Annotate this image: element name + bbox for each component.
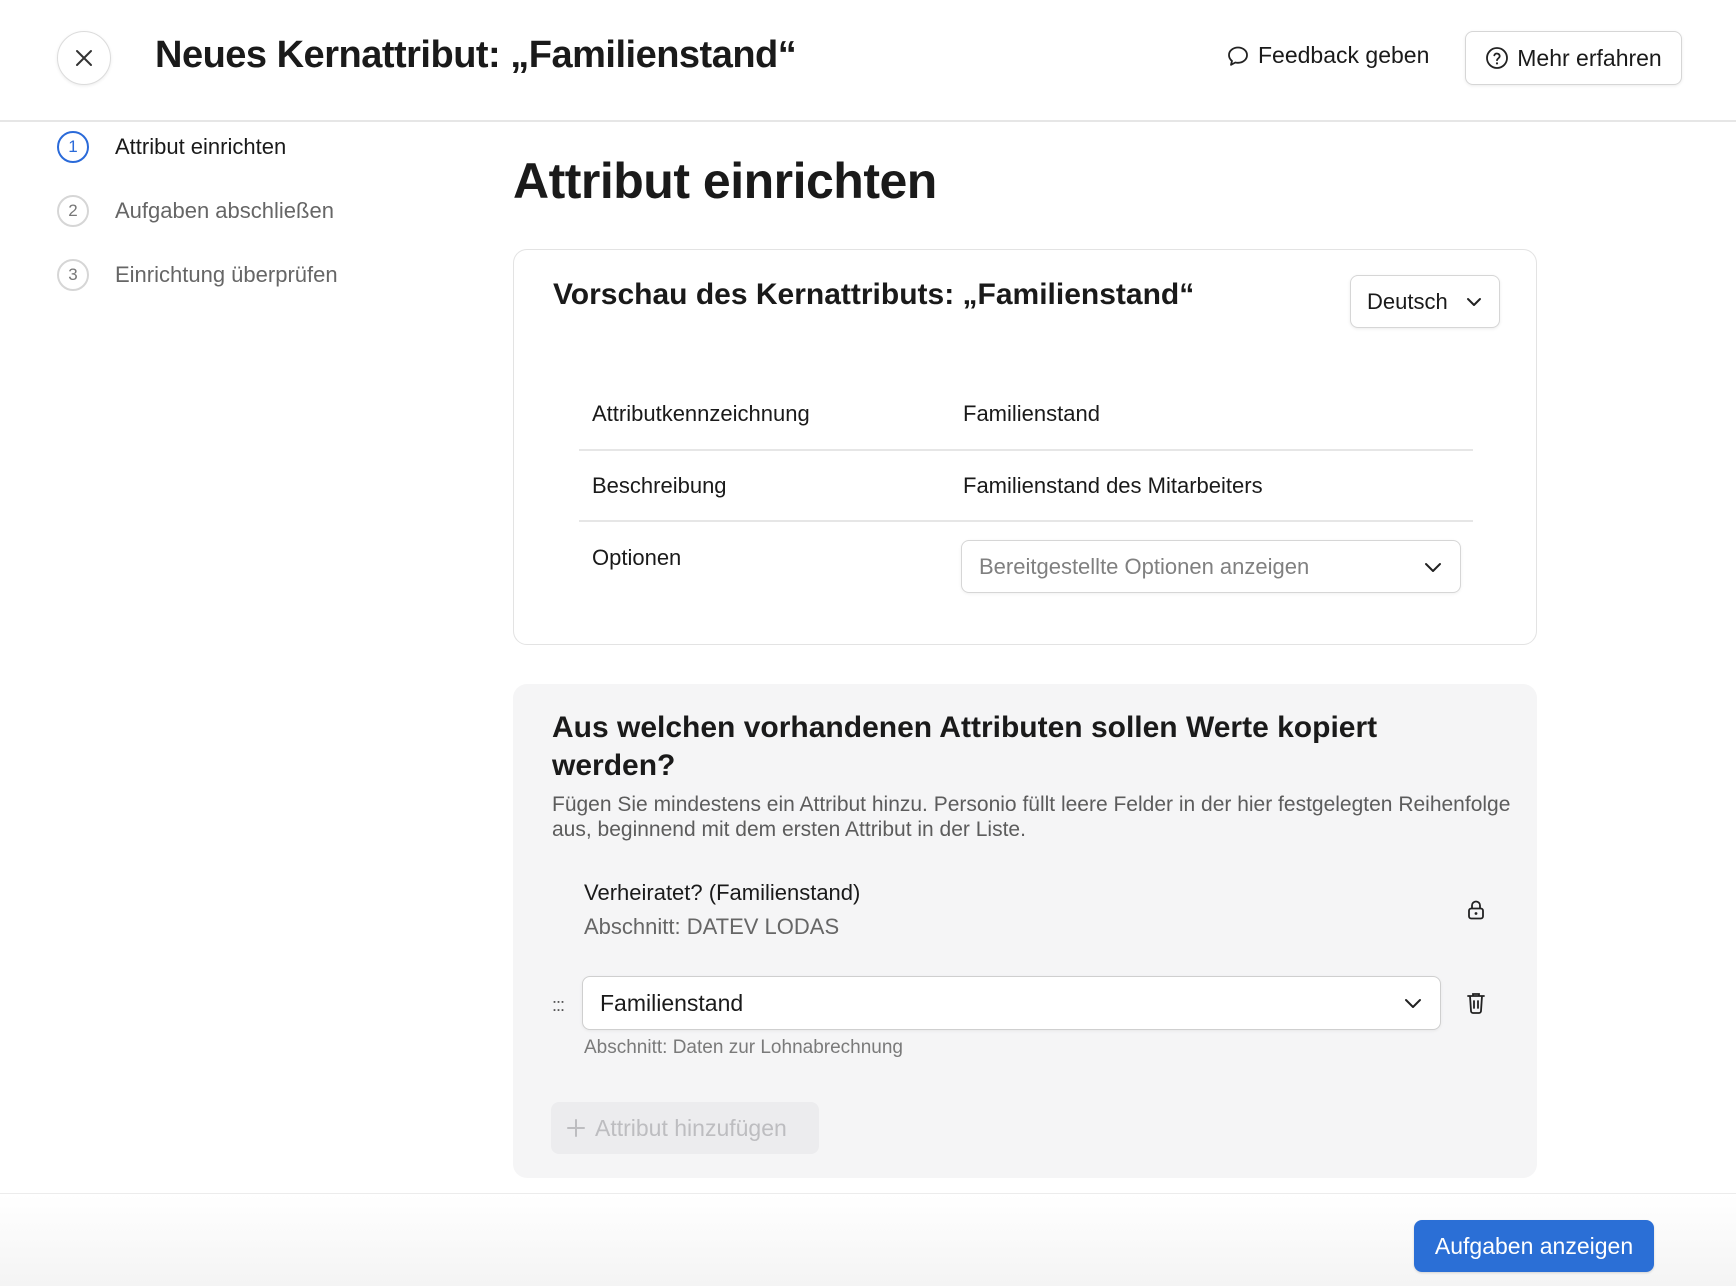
step-1[interactable]: 1 Attribut einrichten: [57, 131, 286, 163]
learn-more-button[interactable]: Mehr erfahren: [1465, 31, 1682, 85]
step-number: 1: [57, 131, 89, 163]
step-number: 3: [57, 259, 89, 291]
page-footer: Aufgaben anzeigen: [0, 1193, 1736, 1286]
row-divider: [579, 520, 1473, 522]
chevron-down-icon: [1425, 562, 1441, 572]
locked-attribute-name: Verheiratet? (Familienstand): [584, 880, 861, 905]
learn-more-label: Mehr erfahren: [1517, 44, 1662, 71]
help-circle-icon: [1486, 47, 1509, 69]
language-select[interactable]: Deutsch: [1350, 275, 1500, 328]
add-attribute-button[interactable]: Attribut hinzufügen: [551, 1102, 819, 1154]
locked-attribute-section: Abschnitt: DATEV LODAS: [584, 914, 840, 939]
language-value: Deutsch: [1367, 288, 1448, 314]
feedback-label: Feedback geben: [1258, 42, 1430, 68]
trash-icon[interactable]: [1464, 990, 1488, 1016]
step-label: Aufgaben abschließen: [115, 198, 334, 223]
feedback-button[interactable]: Feedback geben: [1226, 42, 1429, 69]
row-label: Attributkennzeichnung: [592, 401, 810, 426]
drag-handle[interactable]: :::: [552, 995, 565, 1016]
show-tasks-button[interactable]: Aufgaben anzeigen: [1414, 1220, 1654, 1272]
chevron-down-icon: [1467, 297, 1481, 306]
close-icon: [76, 50, 92, 66]
preview-card: Vorschau des Kernattributs: „Familiensta…: [513, 249, 1537, 645]
close-button[interactable]: [57, 31, 111, 85]
attribute-section: Abschnitt: Daten zur Lohnabrechnung: [584, 1037, 903, 1058]
step-label: Einrichtung überprüfen: [115, 262, 338, 287]
copy-source-card: Aus welchen vorhandenen Attributen solle…: [513, 684, 1537, 1178]
row-value: Familienstand: [963, 401, 1100, 426]
chevron-down-icon: [1405, 999, 1421, 1008]
step-3[interactable]: 3 Einrichtung überprüfen: [57, 259, 338, 291]
speech-bubble-icon: [1228, 46, 1248, 66]
step-number: 2: [57, 195, 89, 227]
page-header: Neues Kernattribut: „Familienstand“ Feed…: [0, 0, 1736, 122]
step-label: Attribut einrichten: [115, 134, 287, 159]
plus-icon: [567, 1119, 585, 1137]
preview-title: Vorschau des Kernattributs: „Familiensta…: [553, 278, 1195, 311]
row-value: Familienstand des Mitarbeiters: [963, 473, 1263, 498]
attribute-select-value: Familienstand: [600, 989, 744, 1016]
options-select[interactable]: Bereitgestellte Optionen anzeigen: [961, 540, 1461, 593]
row-divider: [579, 449, 1473, 451]
copy-title: Aus welchen vorhandenen Attributen solle…: [552, 711, 1378, 782]
add-attribute-label: Attribut hinzufügen: [595, 1114, 787, 1141]
copy-description: Fügen Sie mindestens ein Attribut hinzu.…: [552, 793, 1511, 841]
section-heading: Attribut einrichten: [513, 153, 937, 209]
options-placeholder: Bereitgestellte Optionen anzeigen: [979, 553, 1310, 579]
row-label: Beschreibung: [592, 473, 727, 498]
row-label: Optionen: [592, 545, 682, 570]
page-title: Neues Kernattribut: „Familienstand“: [155, 34, 797, 76]
lock-icon: [1468, 900, 1484, 920]
attribute-select[interactable]: Familienstand: [582, 976, 1441, 1030]
step-2[interactable]: 2 Aufgaben abschließen: [57, 195, 334, 227]
